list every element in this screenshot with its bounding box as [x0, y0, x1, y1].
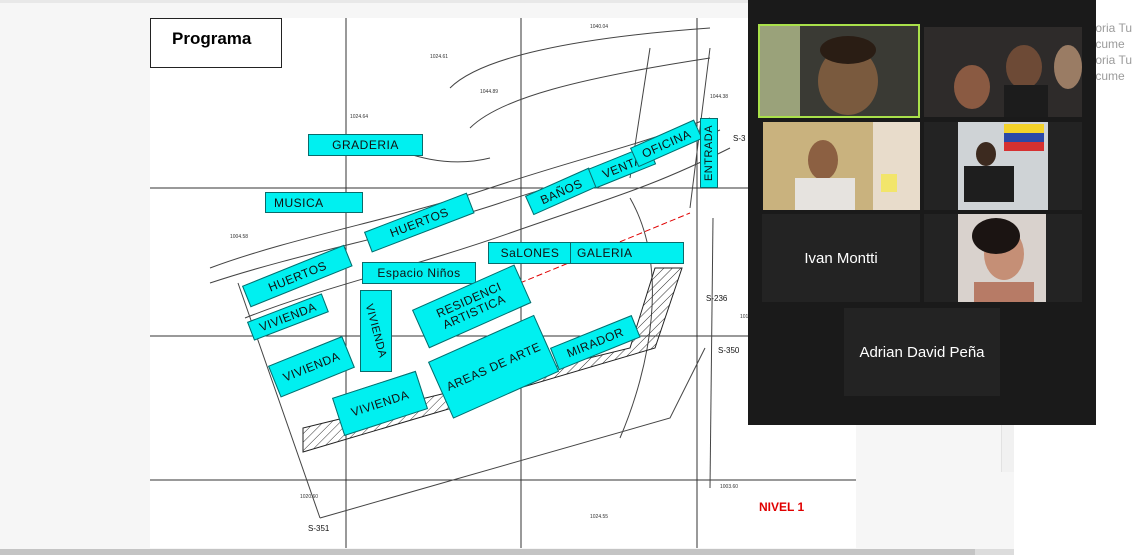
svg-text:1004.58: 1004.58 — [230, 234, 248, 240]
participant-tile-no-video[interactable]: Ivan Montti — [762, 214, 920, 302]
participant-video — [760, 26, 918, 116]
svg-text:S-3: S-3 — [733, 134, 746, 143]
svg-text:S-351: S-351 — [308, 524, 330, 533]
svg-text:1020.60: 1020.60 — [300, 494, 318, 500]
participant-name: Adrian David Peña — [859, 343, 985, 361]
svg-text:1024.55: 1024.55 — [590, 514, 608, 520]
svg-text:1040.04: 1040.04 — [590, 24, 608, 30]
participant-tile-no-video[interactable]: Adrian David Peña — [844, 308, 1000, 396]
zone-salones: SaLONES — [488, 242, 572, 264]
participant-video — [924, 122, 1082, 210]
svg-text:S-236: S-236 — [706, 294, 728, 303]
zone-entrada: ENTRADA — [700, 118, 718, 188]
video-call-panel: Ivan Montti Adrian David Peña — [748, 0, 1096, 425]
svg-text:1044.38: 1044.38 — [710, 94, 728, 100]
zone-espacio-ninos: Espacio Niños — [362, 262, 476, 284]
zone-vivienda-2: VIVIENDA — [360, 290, 392, 372]
participant-tile-active-speaker[interactable] — [758, 24, 920, 118]
participant-name: Ivan Montti — [804, 249, 878, 267]
svg-text:1044.89: 1044.89 — [480, 89, 498, 95]
participant-video — [924, 27, 1082, 117]
participant-video — [924, 214, 1082, 302]
horizontal-scrollbar-thumb[interactable] — [0, 549, 975, 555]
svg-text:1024.61: 1024.61 — [430, 54, 448, 60]
participant-tile[interactable] — [924, 27, 1082, 117]
participant-tile[interactable] — [763, 122, 920, 210]
zone-graderia: GRADERIA — [308, 134, 423, 156]
participant-video — [763, 122, 920, 210]
participant-tile[interactable] — [924, 214, 1082, 302]
participant-tile[interactable] — [924, 122, 1082, 210]
plan-title: Programa — [150, 18, 282, 68]
svg-text:1003.60: 1003.60 — [720, 484, 738, 490]
zone-galeria: GALERIA — [570, 242, 684, 264]
zone-musica: MUSICA — [265, 192, 363, 213]
svg-text:1024.64: 1024.64 — [350, 114, 368, 120]
level-label: NIVEL 1 — [759, 500, 805, 514]
svg-text:S-350: S-350 — [718, 346, 740, 355]
